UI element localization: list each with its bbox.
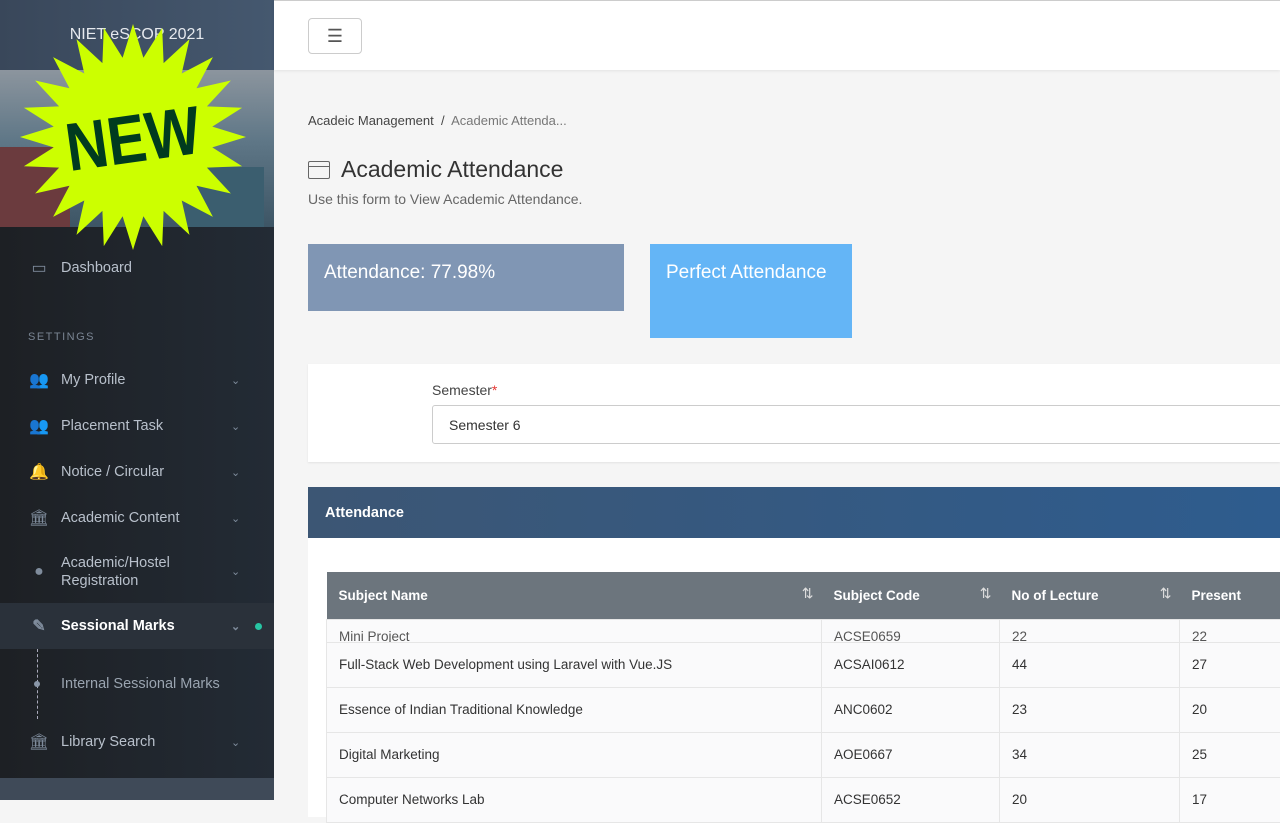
table-cell: 23 — [1000, 687, 1180, 732]
table-cell: Full-Stack Web Development using Laravel… — [327, 642, 822, 687]
bell-icon: 🔔 — [28, 463, 50, 481]
dashboard-icon: ▭ — [28, 259, 50, 277]
sidebar-item-registration[interactable]: ● Academic/Hostel Registration ⌄ — [0, 541, 274, 603]
semester-select[interactable]: Semester 6 — [432, 405, 1280, 444]
table-row: Essence of Indian Traditional KnowledgeA… — [327, 687, 1280, 732]
users-icon: 👥 — [28, 371, 50, 389]
column-header[interactable]: Subject Name⇅ — [327, 572, 822, 619]
sort-icon: ⇅ — [802, 585, 814, 602]
menu-toggle-button[interactable]: ☰ — [308, 18, 362, 54]
page-subtitle: Use this form to View Academic Attendanc… — [308, 191, 1280, 207]
sidebar-subitem-label: Internal Sessional Marks — [61, 676, 220, 692]
sidebar-item-label: Academic/Hostel Registration — [61, 554, 201, 590]
table-row: Mini ProjectACSE06592222 — [327, 619, 1280, 642]
new-badge-icon: NEW — [18, 22, 248, 252]
table-cell: 25 — [1180, 732, 1280, 777]
chevron-down-icon: ⌄ — [231, 420, 240, 433]
table-cell: ACSE0659 — [822, 619, 1000, 642]
sidebar-item-label: Dashboard — [61, 260, 132, 276]
main-content: Acadeic Management / Academic Attenda...… — [308, 70, 1280, 817]
sort-icon: ⇅ — [980, 585, 992, 602]
hamburger-icon: ☰ — [327, 26, 343, 47]
breadcrumb-current: Academic Attenda... — [451, 113, 567, 128]
table-cell: 22 — [1180, 619, 1280, 642]
section-heading: SETTINGS — [0, 291, 274, 357]
users-icon: 👥 — [28, 417, 50, 435]
semester-label: Semester* — [432, 382, 497, 398]
column-header[interactable]: Present — [1180, 572, 1280, 619]
panel-title: Attendance — [308, 487, 1280, 538]
table-cell: ACSAI0612 — [822, 642, 1000, 687]
page-title-text: Academic Attendance — [341, 156, 563, 183]
bank-icon: 🏛 — [28, 733, 50, 751]
chevron-down-icon: ⌄ — [231, 736, 240, 749]
chevron-down-icon: ⌄ — [231, 620, 240, 633]
breadcrumb: Acadeic Management / Academic Attenda... — [308, 113, 1280, 128]
table-cell: Mini Project — [327, 619, 822, 642]
sidebar-item-placement-task[interactable]: 👥 Placement Task ⌄ — [0, 403, 274, 449]
sidebar-item-label: Sessional Marks — [61, 618, 175, 634]
perfect-attendance-card: Perfect Attendance — [650, 244, 852, 338]
table-cell: 44 — [1000, 642, 1180, 687]
semester-form: Semester* Semester 6 — [308, 364, 1280, 462]
window-icon — [308, 161, 330, 179]
table-cell: 20 — [1180, 687, 1280, 732]
sidebar-subitem-internal-sessional-marks[interactable]: Internal Sessional Marks — [0, 649, 274, 719]
column-header[interactable]: Subject Code⇅ — [822, 572, 1000, 619]
sidebar-item-library-search[interactable]: 🏛 Library Search ⌄ — [0, 719, 274, 765]
table-cell: AOE0667 — [822, 732, 1000, 777]
sidebar-item-label: My Profile — [61, 372, 125, 388]
table-row: Full-Stack Web Development using Laravel… — [327, 642, 1280, 687]
sidebar-item-label: Academic Content — [61, 510, 179, 526]
chevron-down-icon: ⌄ — [231, 466, 240, 479]
chevron-down-icon: ⌄ — [231, 512, 240, 525]
active-dot — [255, 623, 262, 630]
sidebar-item-academic-content[interactable]: 🏛 Academic Content ⌄ — [0, 495, 274, 541]
table-cell: 22 — [1000, 619, 1180, 642]
attendance-panel: Attendance Subject Name⇅ Subject Code⇅ N… — [308, 487, 1280, 817]
sort-icon: ⇅ — [1160, 585, 1172, 602]
chevron-down-icon: ⌄ — [231, 563, 240, 581]
page-title: Academic Attendance — [308, 156, 1280, 183]
attendance-card: Attendance: 77.98% — [308, 244, 624, 311]
sidebar: NIET eSCOP 2021 NEW ▭Dashboard SETTINGS … — [0, 0, 274, 800]
breadcrumb-parent[interactable]: Acadeic Management — [308, 113, 434, 128]
chevron-down-icon: ⌄ — [231, 374, 240, 387]
table-cell: Digital Marketing — [327, 732, 822, 777]
table-row: Digital MarketingAOE06673425 — [327, 732, 1280, 777]
sidebar-item-notice[interactable]: 🔔 Notice / Circular ⌄ — [0, 449, 274, 495]
pencil-icon: ✎ — [28, 617, 50, 635]
column-header[interactable]: No of Lecture⇅ — [1000, 572, 1180, 619]
user-circle-icon: ● — [28, 563, 50, 581]
table-cell: 27 — [1180, 642, 1280, 687]
sidebar-item-my-profile[interactable]: 👥 My Profile ⌄ — [0, 357, 274, 403]
sidebar-footer — [0, 778, 274, 800]
table-cell: ANC0602 — [822, 687, 1000, 732]
sidebar-item-label: Library Search — [61, 734, 155, 750]
sidebar-item-sessional-marks[interactable]: ✎ Sessional Marks ⌄ — [0, 603, 274, 649]
table-cell: 34 — [1000, 732, 1180, 777]
attendance-table: Subject Name⇅ Subject Code⇅ No of Lectur… — [326, 572, 1280, 823]
table-cell: Essence of Indian Traditional Knowledge — [327, 687, 822, 732]
bank-icon: 🏛 — [28, 509, 50, 527]
sidebar-item-label: Notice / Circular — [61, 464, 164, 480]
top-bar: ☰ — [274, 0, 1280, 70]
sidebar-item-label: Placement Task — [61, 418, 163, 434]
